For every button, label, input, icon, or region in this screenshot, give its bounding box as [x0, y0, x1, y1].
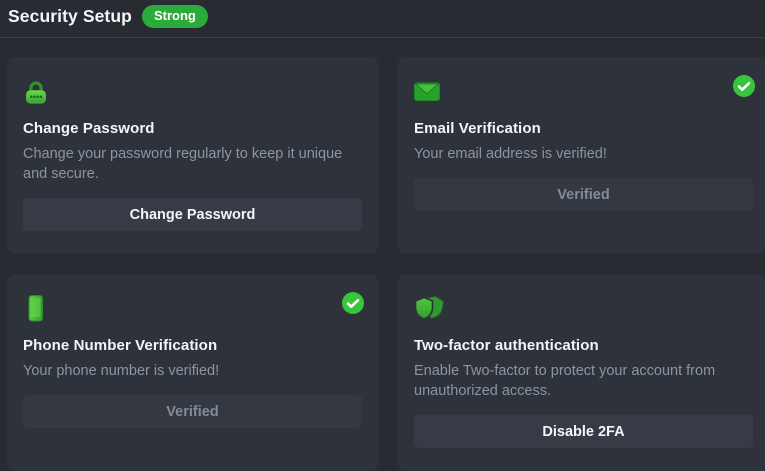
verified-check-icon — [733, 75, 755, 97]
disable-2fa-button[interactable]: Disable 2FA — [414, 415, 753, 448]
phone-icon — [23, 295, 49, 322]
card-description: Enable Two-factor to protect your accoun… — [414, 361, 753, 401]
header-divider — [0, 37, 765, 38]
verified-check-icon — [342, 292, 364, 314]
card-two-factor: Two-factor authentication Enable Two-fac… — [398, 274, 765, 471]
card-description: Your email address is verified! — [414, 144, 753, 164]
card-title: Change Password — [23, 120, 362, 137]
shield-icon — [414, 295, 444, 322]
security-setup-header: Security Setup Strong — [0, 0, 765, 28]
card-change-password: Change Password Change your password reg… — [7, 57, 378, 254]
change-password-button[interactable]: Change Password — [23, 198, 362, 231]
page-title: Security Setup — [8, 6, 132, 27]
card-description: Change your password regularly to keep i… — [23, 144, 362, 184]
security-cards-grid: Change Password Change your password reg… — [7, 57, 765, 471]
card-title: Phone Number Verification — [23, 337, 362, 354]
lock-icon — [23, 78, 49, 105]
envelope-icon — [414, 78, 440, 105]
card-description: Your phone number is verified! — [23, 361, 362, 381]
card-phone-verification: Phone Number Verification Your phone num… — [7, 274, 378, 471]
phone-verified-button: Verified — [23, 395, 362, 428]
security-strength-badge: Strong — [142, 5, 208, 28]
email-verified-button: Verified — [414, 178, 753, 211]
card-email-verification: Email Verification Your email address is… — [398, 57, 765, 254]
card-title: Two-factor authentication — [414, 337, 753, 354]
card-title: Email Verification — [414, 120, 753, 137]
